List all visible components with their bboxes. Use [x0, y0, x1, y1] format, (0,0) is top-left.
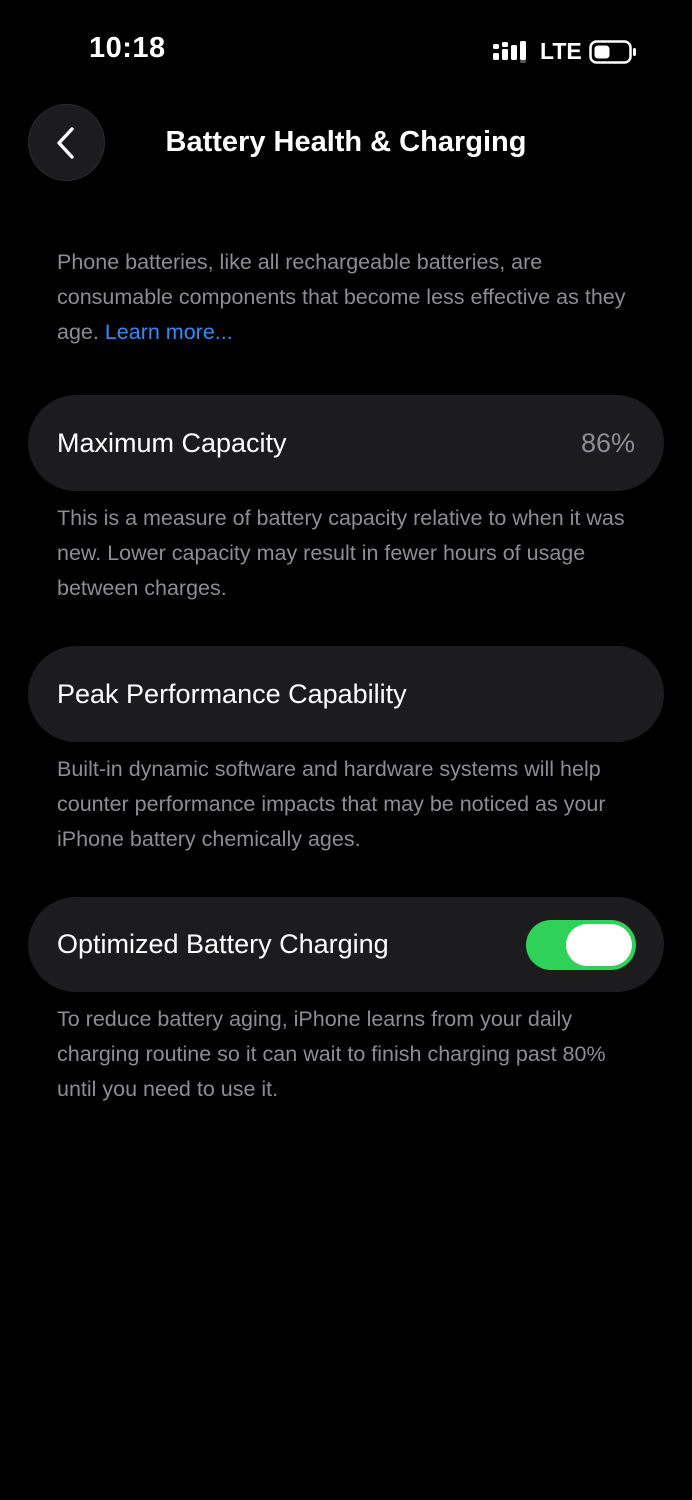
- status-bar: 10:18 LTE: [0, 0, 692, 100]
- page-title: Battery Health & Charging: [165, 126, 527, 158]
- learn-more-link[interactable]: Learn more...: [105, 320, 233, 344]
- optimized-charging-row: Optimized Battery Charging: [28, 897, 664, 992]
- maximum-capacity-value: 86%: [580, 427, 635, 458]
- battery-icon: [589, 40, 636, 64]
- optimized-charging-toggle[interactable]: [526, 919, 636, 970]
- network-type: LTE: [540, 38, 582, 64]
- peak-performance-label: Peak Performance Capability: [57, 678, 407, 709]
- signal-bars-icon: [493, 41, 526, 63]
- chevron-left-icon: [56, 126, 74, 159]
- optimized-charging-label: Optimized Battery Charging: [57, 929, 389, 959]
- maximum-capacity-row: Maximum Capacity 86%: [28, 395, 664, 491]
- status-time: 10:18: [89, 32, 166, 64]
- back-button[interactable]: [28, 104, 105, 181]
- maximum-capacity-description: This is a measure of battery capacity re…: [57, 506, 625, 600]
- intro-text: Phone batteries, like all rechargeable b…: [57, 245, 647, 350]
- toggle-knob: [566, 923, 632, 966]
- maximum-capacity-label: Maximum Capacity: [57, 427, 287, 458]
- peak-performance-row: Peak Performance Capability: [28, 646, 664, 742]
- peak-performance-description: Built-in dynamic software and hardware s…: [57, 757, 606, 851]
- optimized-charging-description: To reduce battery aging, iPhone learns f…: [57, 1007, 606, 1101]
